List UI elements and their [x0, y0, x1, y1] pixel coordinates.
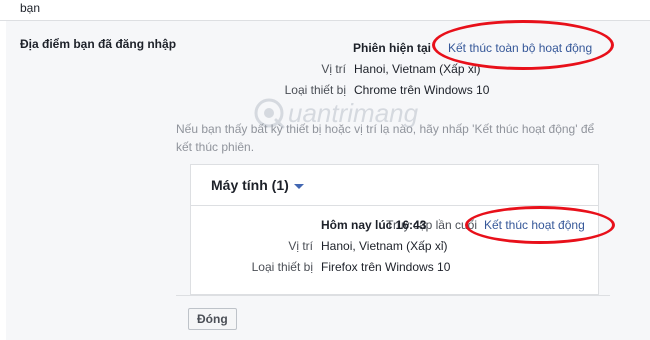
security-note: Nếu bạn thấy bất kỳ thiết bị hoặc vị trí…	[176, 122, 595, 154]
last-access-value: Hôm nay lúc 16:43	[321, 218, 427, 232]
close-button[interactable]: Đóng	[188, 308, 237, 330]
current-location-value: Hanoi, Vietnam (Xấp xỉ)	[354, 62, 481, 76]
highlight-ellipse-end-activity	[465, 206, 615, 244]
top-text: bạn	[20, 1, 41, 15]
highlight-ellipse-end-all	[432, 20, 614, 70]
section-title: Địa điểm bạn đã đăng nhập	[20, 37, 177, 51]
device-group-title[interactable]: Máy tính (1)	[211, 177, 304, 193]
top-strip: bạn	[0, 0, 650, 21]
chevron-down-icon	[293, 183, 304, 189]
current-session-label: Phiên hiện tại	[352, 41, 431, 55]
device-card-header[interactable]: Máy tính (1)	[191, 165, 598, 206]
device-location-label: Vị trí	[288, 239, 313, 253]
device-type-value: Firefox trên Windows 10	[321, 260, 451, 274]
current-location-label: Vị trí	[321, 62, 346, 76]
device-group-title-text: Máy tính (1)	[211, 177, 289, 193]
device-type-label: Loại thiết bị	[251, 260, 313, 274]
login-locations-panel: Địa điểm bạn đã đăng nhập Phiên hiện tại…	[6, 21, 650, 340]
footer-divider	[176, 295, 610, 296]
device-location-value: Hanoi, Vietnam (Xấp xỉ)	[321, 239, 448, 253]
